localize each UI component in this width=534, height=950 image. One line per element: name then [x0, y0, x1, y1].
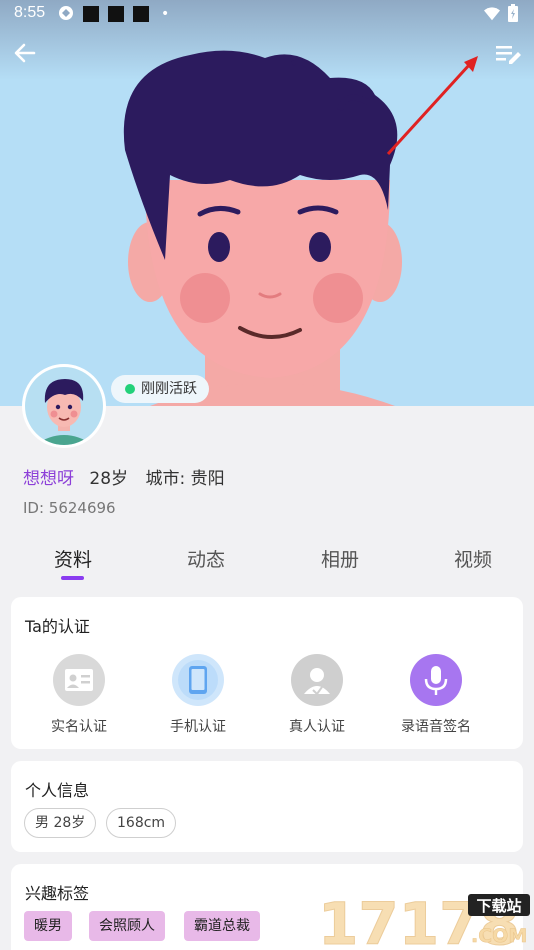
- watermark-label: 下载站: [476, 897, 521, 915]
- certification-title: Ta的认证: [25, 617, 90, 636]
- watermark-logo: 17178 下载站 .COM: [308, 884, 534, 950]
- status-bar: 8:55 •: [0, 0, 534, 28]
- cert-label: 真人认证: [289, 719, 345, 735]
- cert-label: 录语音签名: [401, 719, 471, 735]
- tab-video[interactable]: 视频: [433, 545, 513, 572]
- microphone-icon: [410, 654, 462, 706]
- watermark-domain: .COM: [471, 925, 527, 947]
- interest-tag: 会照顾人: [89, 911, 165, 941]
- sync-icon: [59, 6, 73, 20]
- user-id: ID: 5624696: [23, 499, 116, 517]
- gender-age-chip: 男 28岁: [24, 808, 97, 838]
- cert-phone[interactable]: 手机认证: [143, 654, 253, 736]
- notification-icon: [83, 6, 99, 22]
- cert-voice-signature[interactable]: 录语音签名: [381, 654, 491, 736]
- edit-list-icon[interactable]: [494, 42, 522, 68]
- cert-real-person[interactable]: 真人认证: [262, 654, 372, 736]
- city: 贵阳: [190, 469, 225, 489]
- back-arrow-icon[interactable]: [12, 40, 38, 66]
- cert-label: 手机认证: [170, 719, 226, 735]
- personal-info-card: 个人信息 男 28岁 168cm: [11, 761, 523, 852]
- interests-title: 兴趣标签: [25, 884, 90, 903]
- profile-summary: 想想呀 28岁 城市: 贵阳: [23, 464, 225, 489]
- tab-moments[interactable]: 动态: [166, 545, 246, 572]
- tab-indicator: [61, 576, 84, 580]
- battery-icon: [508, 4, 518, 22]
- phone-icon: [172, 654, 224, 706]
- person-icon: [291, 654, 343, 706]
- avatar[interactable]: [22, 364, 106, 448]
- more-notifications-dot: •: [161, 6, 170, 22]
- age: 28岁: [89, 469, 129, 489]
- tab-profile[interactable]: 资料: [33, 545, 113, 572]
- active-status-badge: 刚刚活跃: [111, 375, 209, 403]
- status-time: 8:55: [14, 4, 46, 21]
- interest-tag: 霸道总裁: [184, 911, 260, 941]
- avatar-illustration: [35, 379, 93, 445]
- id-card-icon: [53, 654, 105, 706]
- cert-label: 实名认证: [51, 719, 107, 735]
- watermark-graphic: 17178 下载站 .COM: [318, 890, 530, 950]
- notification-icon: [133, 6, 149, 22]
- cert-realname[interactable]: 实名认证: [24, 654, 134, 736]
- tab-album[interactable]: 相册: [300, 545, 380, 572]
- notification-icon: [108, 6, 124, 22]
- online-dot: [125, 384, 135, 394]
- active-status-text: 刚刚活跃: [141, 381, 197, 397]
- personal-info-title: 个人信息: [25, 781, 90, 800]
- certification-card: Ta的认证 实名认证 手机认证 真人认证 录语音签名: [11, 597, 523, 749]
- annotation-arrow: [386, 56, 478, 156]
- nickname: 想想呀: [23, 469, 74, 489]
- wifi-icon: [484, 7, 500, 21]
- height-chip: 168cm: [106, 808, 177, 838]
- interest-tag: 暖男: [24, 911, 72, 941]
- city-label: 城市:: [145, 469, 186, 489]
